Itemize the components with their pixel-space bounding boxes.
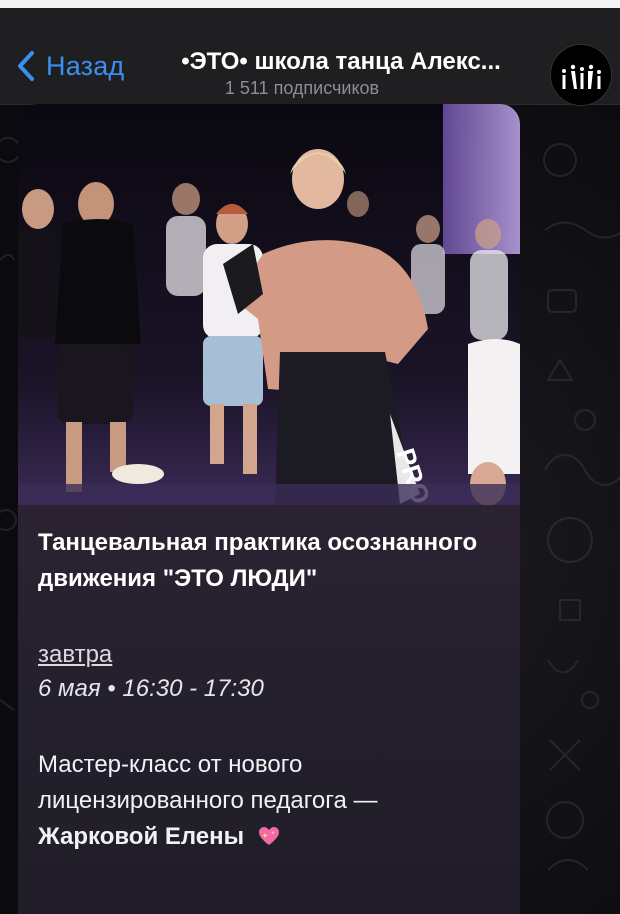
- post-description: Мастер-класс от нового лицензированного …: [38, 747, 498, 855]
- teacher-name: Жарковой Елены: [38, 823, 245, 850]
- date-link[interactable]: завтра: [38, 639, 112, 671]
- dancers-photo-illustration: PRO: [18, 104, 520, 505]
- subscriber-count: 1 511 подписчиков: [224, 78, 380, 98]
- description-text: Мастер-класс от нового лицензированного …: [38, 751, 378, 814]
- channel-title: •ЭТО• школа танца Алекс...: [181, 48, 501, 75]
- channel-avatar[interactable]: [550, 44, 612, 106]
- telegram-channel-screen: Назад •ЭТО• школа танца Алекс... 1 511 п…: [0, 0, 620, 914]
- chevron-left-icon: [18, 51, 34, 81]
- sparkling-heart-icon: [258, 827, 279, 845]
- channel-header: Назад •ЭТО• школа танца Алекс... 1 511 п…: [0, 8, 620, 106]
- channel-post-bubble: PRO Танцевальная практика осознанного дв…: [18, 104, 520, 914]
- status-bar-strip: [0, 0, 620, 8]
- event-datetime: 6 мая • 16:30 - 17:30: [38, 675, 264, 702]
- post-photo[interactable]: PRO: [18, 104, 520, 505]
- back-label: Назад: [46, 50, 125, 81]
- channel-logo-icon: [551, 45, 611, 105]
- channel-title-area[interactable]: •ЭТО• школа танца Алекс... 1 511 подписч…: [146, 48, 536, 99]
- post-title: Танцевальная практика осознанного движен…: [38, 529, 478, 592]
- post-text: Танцевальная практика осознанного движен…: [18, 505, 520, 855]
